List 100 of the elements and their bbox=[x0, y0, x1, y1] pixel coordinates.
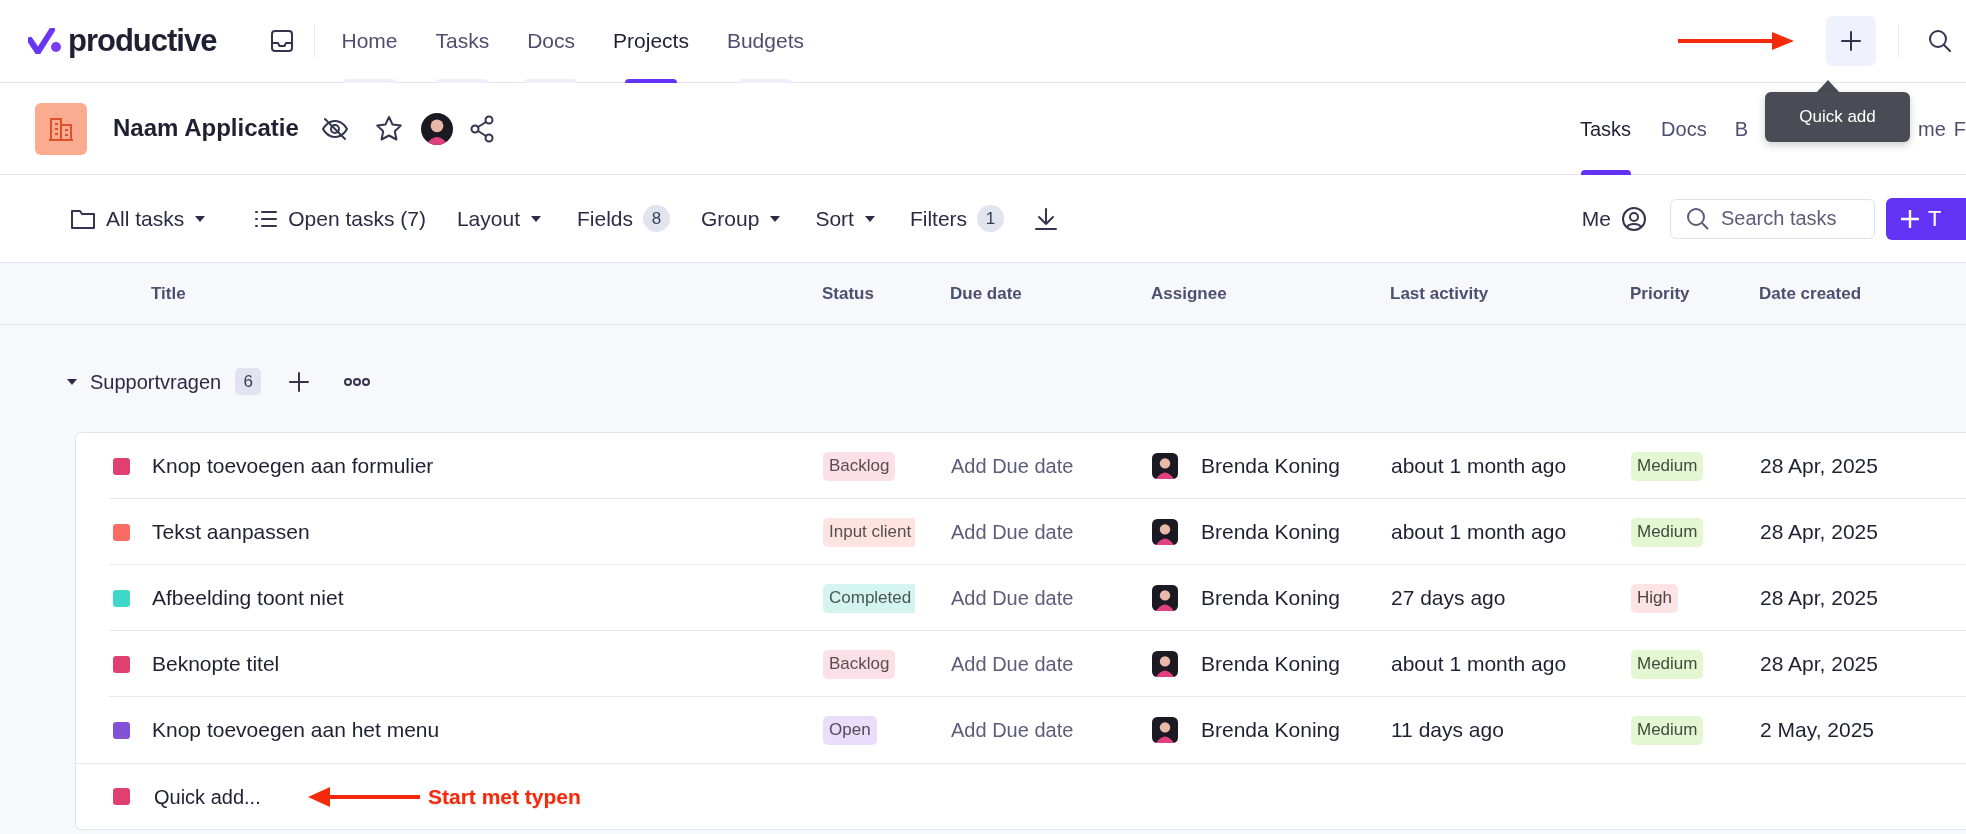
last-activity: 27 days ago bbox=[1391, 585, 1506, 612]
column-header: Last activity bbox=[1390, 282, 1489, 305]
avatar bbox=[1152, 717, 1178, 743]
favorite-button[interactable] bbox=[374, 114, 403, 143]
project-title: Naam Applicatie bbox=[113, 114, 299, 143]
due-date-link[interactable]: Add Due date bbox=[951, 715, 1074, 745]
status-tag: Backlog bbox=[823, 649, 896, 679]
nav-tab[interactable]: Tasks bbox=[416, 0, 509, 83]
date-created: 28 Apr, 2025 bbox=[1760, 651, 1878, 678]
task-title[interactable]: Beknopte titel bbox=[152, 648, 280, 680]
due-date-link[interactable]: Add Due date bbox=[951, 583, 1074, 613]
annotation-text: Start met typen bbox=[428, 783, 581, 810]
assignee-name: Brenda Koning bbox=[1201, 585, 1340, 612]
nav-tab[interactable]: Docs bbox=[508, 0, 595, 83]
toolbar-button[interactable]: Filters 1 bbox=[909, 202, 1005, 235]
avatar bbox=[1152, 651, 1178, 677]
search-icon bbox=[1927, 28, 1953, 54]
quick-add-button[interactable] bbox=[1826, 16, 1876, 66]
date-created: 28 Apr, 2025 bbox=[1760, 453, 1878, 480]
last-activity: about 1 month ago bbox=[1391, 453, 1567, 480]
assignee-name: Brenda Koning bbox=[1201, 717, 1340, 744]
nav-tab[interactable]: Home bbox=[322, 0, 417, 83]
column-header: Due date bbox=[950, 282, 1022, 305]
plus-icon bbox=[1840, 30, 1862, 52]
add-task-button[interactable] bbox=[288, 370, 311, 393]
inbox-button[interactable] bbox=[269, 28, 296, 54]
project-tab[interactable]: B bbox=[1734, 82, 1748, 175]
toolbar-dropdown[interactable]: Sort bbox=[815, 202, 876, 235]
priority-tag: Medium bbox=[1631, 715, 1704, 745]
hide-button[interactable] bbox=[320, 116, 349, 141]
avatar bbox=[1152, 519, 1178, 545]
nav-tab[interactable]: Projects bbox=[594, 0, 708, 83]
inbox-icon bbox=[269, 28, 296, 54]
toolbar-dropdown[interactable]: Group bbox=[701, 202, 782, 235]
last-activity: about 1 month ago bbox=[1391, 651, 1567, 678]
toolbar-button[interactable]: Fields 8 bbox=[577, 202, 670, 235]
task-title[interactable]: Knop toevoegen aan het menu bbox=[152, 714, 440, 746]
project-tab[interactable]: Tasks bbox=[1579, 82, 1632, 175]
search-field[interactable]: Search tasks bbox=[1670, 198, 1875, 239]
share-icon bbox=[468, 114, 495, 143]
priority-tag: Medium bbox=[1631, 451, 1704, 481]
search-icon bbox=[1686, 206, 1710, 231]
assignee-name: Brenda Koning bbox=[1201, 651, 1340, 678]
project-tab[interactable]: me bbox=[1918, 82, 1946, 175]
share-button[interactable] bbox=[468, 114, 495, 143]
assignee-filter[interactable]: Me bbox=[1581, 202, 1647, 235]
priority-tag: Medium bbox=[1631, 649, 1704, 679]
last-activity: about 1 month ago bbox=[1391, 519, 1567, 546]
project-tab[interactable]: Docs bbox=[1661, 82, 1707, 175]
count-badge: 6 bbox=[235, 368, 262, 395]
count-badge: 1 bbox=[977, 205, 1005, 232]
priority-tag: Medium bbox=[1631, 517, 1704, 547]
avatar bbox=[1152, 453, 1178, 479]
status-tag: Backlog bbox=[823, 451, 896, 481]
nav-tab[interactable]: Budgets bbox=[707, 0, 823, 83]
date-created: 2 May, 2025 bbox=[1760, 717, 1874, 744]
column-header: Title bbox=[151, 282, 186, 305]
assignee-name: Brenda Koning bbox=[1201, 519, 1340, 546]
plus-icon bbox=[1900, 208, 1920, 229]
search-button[interactable] bbox=[1927, 28, 1953, 54]
download-icon bbox=[1034, 206, 1059, 231]
eye-slash-icon bbox=[320, 116, 349, 141]
column-header: Status bbox=[822, 282, 874, 305]
date-created: 28 Apr, 2025 bbox=[1760, 585, 1878, 612]
more-button[interactable] bbox=[344, 376, 371, 387]
assignee-name: Brenda Koning bbox=[1201, 453, 1340, 480]
project-tab[interactable]: F bbox=[1953, 82, 1966, 175]
column-header: Priority bbox=[1630, 282, 1690, 305]
due-date-link[interactable]: Add Due date bbox=[951, 451, 1074, 481]
list-icon bbox=[254, 208, 279, 229]
toolbar-dropdown[interactable]: Layout bbox=[456, 202, 542, 235]
column-header: Date created bbox=[1759, 282, 1862, 305]
due-date-link[interactable]: Add Due date bbox=[951, 649, 1074, 679]
group-name: Supportvragen bbox=[90, 369, 222, 395]
status-tag: Input client bbox=[823, 517, 915, 547]
folder-icon bbox=[70, 207, 96, 230]
toolbar-dropdown[interactable]: All tasks bbox=[70, 202, 207, 235]
task-title[interactable]: Tekst aanpassen bbox=[152, 516, 310, 548]
tooltip: Quick add bbox=[1765, 92, 1910, 142]
logo-icon bbox=[28, 28, 62, 54]
star-icon bbox=[374, 114, 403, 143]
plus-icon bbox=[288, 370, 311, 393]
date-created: 28 Apr, 2025 bbox=[1760, 519, 1878, 546]
download-button[interactable] bbox=[1034, 206, 1059, 231]
user-circle-icon bbox=[1621, 205, 1647, 232]
quick-add-field[interactable]: Quick add... bbox=[152, 780, 272, 813]
status-tag: Open bbox=[823, 715, 877, 745]
avatar bbox=[420, 112, 453, 145]
priority-tag: High bbox=[1631, 583, 1678, 613]
status-tag: Completed bbox=[823, 583, 915, 613]
count-badge: 8 bbox=[643, 205, 670, 232]
due-date-link[interactable]: Add Due date bbox=[951, 517, 1074, 547]
task-title[interactable]: Knop toevoegen aan formulier bbox=[152, 450, 434, 482]
more-icon bbox=[344, 376, 371, 387]
column-header: Assignee bbox=[1151, 282, 1227, 305]
new-task-button[interactable]: T bbox=[1886, 197, 1966, 240]
task-title[interactable]: Afbeelding toont niet bbox=[152, 582, 344, 614]
avatar bbox=[1152, 585, 1178, 611]
toolbar-dropdown[interactable]: Open tasks (7) bbox=[254, 202, 426, 235]
last-activity: 11 days ago bbox=[1391, 717, 1504, 744]
